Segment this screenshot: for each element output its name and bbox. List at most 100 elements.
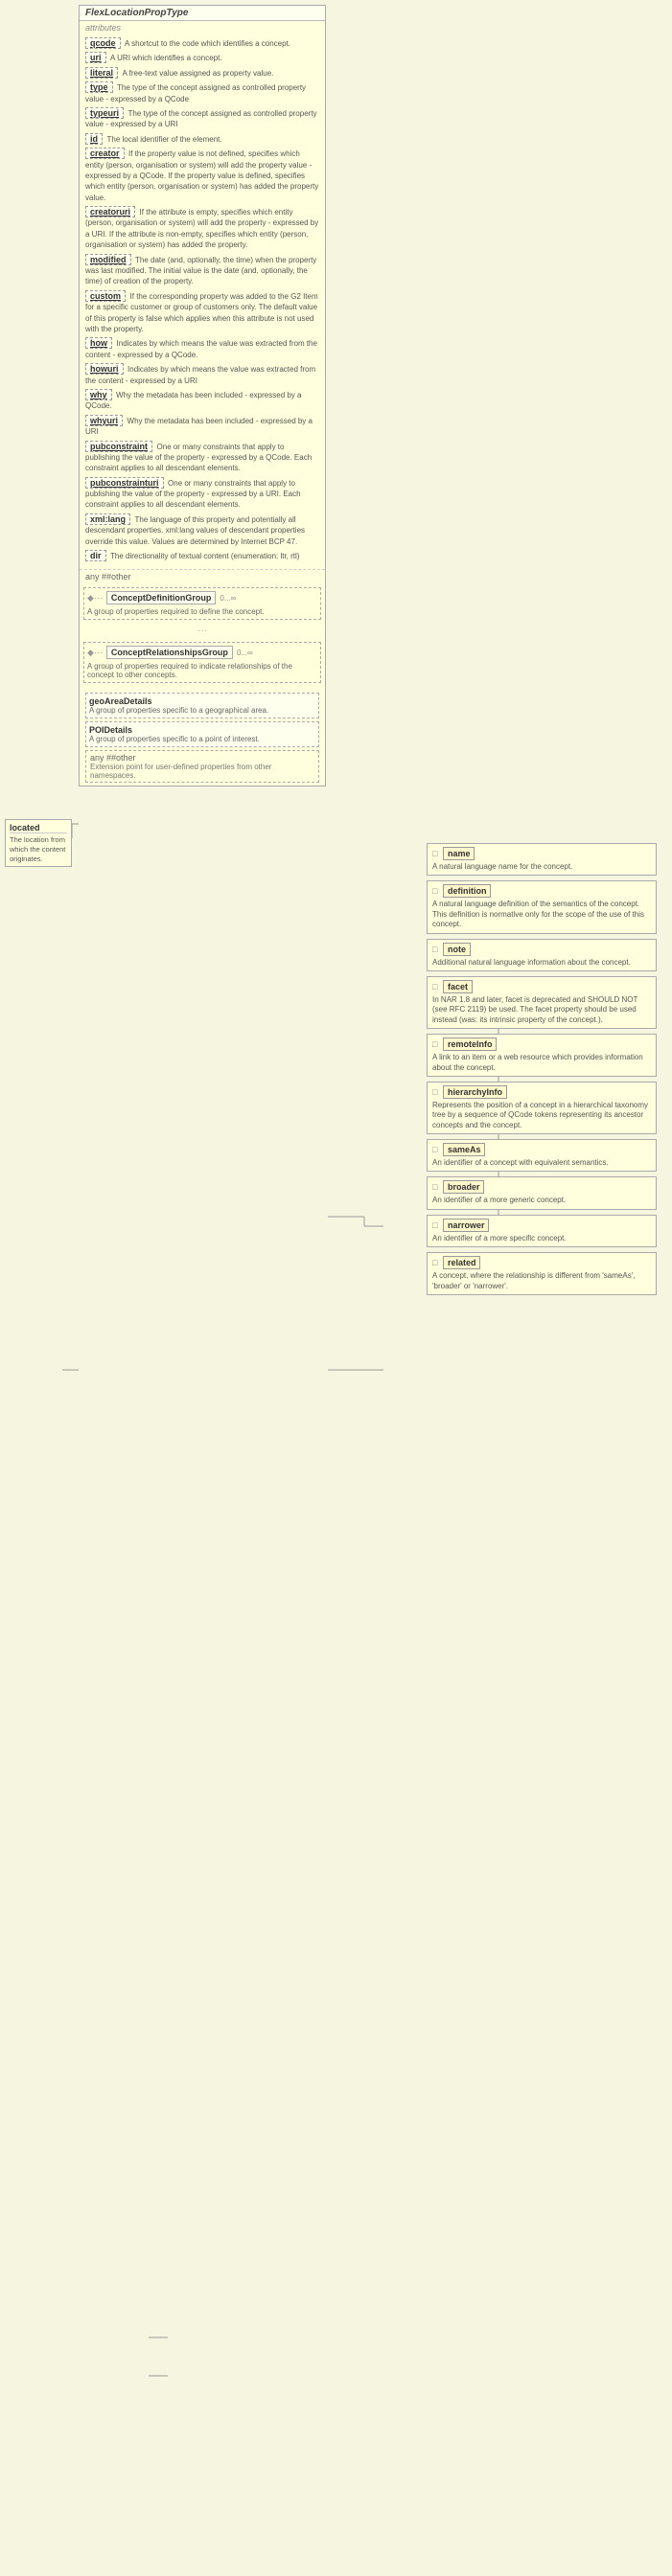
poi-details-box: POIDetails A group of properties specifi… xyxy=(85,721,319,747)
prop-broader-label: broader xyxy=(443,1180,485,1194)
prop-definition-label: definition xyxy=(443,884,492,898)
attr-name-dir: dir xyxy=(85,550,106,561)
main-type-container: FlexLocationPropType attributes qcode A … xyxy=(79,5,326,786)
attr-name-xmllang: xml:lang xyxy=(85,513,130,525)
attr-name-typeuri: typeuri xyxy=(85,107,124,119)
attr-desc-id: The local identifier of the element. xyxy=(105,135,222,144)
attr-pubconstraint: pubconstraint One or many constraints th… xyxy=(85,441,319,474)
attr-desc-type: The type of the concept assigned as cont… xyxy=(85,83,306,103)
prop-related-desc: A concept, where the relationship is dif… xyxy=(432,1271,651,1291)
prop-remoteinfo-label: remoteInfo xyxy=(443,1037,498,1051)
prop-broader-box: □ broader An identifier of a more generi… xyxy=(427,1176,657,1209)
attr-name-howuri: howuri xyxy=(85,363,124,375)
prop-related-box: □ related A concept, where the relations… xyxy=(427,1252,657,1295)
concept-def-group-desc: A group of properties required to define… xyxy=(87,607,317,616)
prop-definition-box: □ definition A natural language definiti… xyxy=(427,880,657,933)
concept-rel-group-desc: A group of properties required to indica… xyxy=(87,662,317,679)
attr-id: id The local identifier of the element. xyxy=(85,133,319,145)
geo-area-desc: A group of properties specific to a geog… xyxy=(89,706,315,715)
concept-rel-group-name: ConceptRelationshipsGroup xyxy=(106,646,233,659)
attr-desc-uri: A URI which identifies a concept. xyxy=(108,54,222,62)
prop-hierarchyinfo-label: hierarchyInfo xyxy=(443,1085,507,1099)
poi-desc: A group of properties specific to a poin… xyxy=(89,735,315,743)
attr-desc-qcode: A shortcut to the code which identifies … xyxy=(123,39,290,48)
schema-diagram: FlexLocationPropType attributes qcode A … xyxy=(0,0,672,2576)
attributes-list: qcode A shortcut to the code which ident… xyxy=(80,33,325,566)
prop-hierarchyinfo-desc: Represents the position of a concept in … xyxy=(432,1101,651,1130)
attr-howuri: howuri Indicates by which means the valu… xyxy=(85,363,319,386)
prop-sameas-label: sameAs xyxy=(443,1143,486,1156)
any-other-label: any ##other xyxy=(85,572,131,581)
prop-narrower-desc: An identifier of a more specific concept… xyxy=(432,1234,651,1243)
geo-poi-section: geoAreaDetails A group of properties spe… xyxy=(80,687,325,786)
attr-name-whyuri: whyuri xyxy=(85,415,123,426)
attr-how: how Indicates by which means the value w… xyxy=(85,337,319,360)
attr-name-why: why xyxy=(85,389,112,400)
any-other-element: any ##other xyxy=(80,569,325,583)
prop-narrower-label: narrower xyxy=(443,1219,490,1232)
attr-desc-dir: The directionality of textual content (e… xyxy=(108,552,299,560)
attr-name-creatoruri: creatoruri xyxy=(85,206,135,217)
attr-desc-literal: A free-text value assigned as property v… xyxy=(121,69,274,78)
prop-narrower-box: □ narrower An identifier of a more speci… xyxy=(427,1215,657,1247)
prop-facet-desc: In NAR 1.8 and later, facet is deprecate… xyxy=(432,995,651,1025)
attr-name-id: id xyxy=(85,133,103,145)
located-label: located xyxy=(10,823,67,833)
attr-desc-how: Indicates by which means the value was e… xyxy=(85,339,317,358)
attr-name-uri: uri xyxy=(85,52,106,63)
geo-area-name: geoAreaDetails xyxy=(89,696,315,706)
attr-desc-why: Why the metadata has been included - exp… xyxy=(85,391,301,410)
prop-hierarchyinfo-box: □ hierarchyInfo Represents the position … xyxy=(427,1082,657,1134)
right-properties-panel: □ name A natural language name for the c… xyxy=(427,843,657,1300)
prop-broader-desc: An identifier of a more generic concept. xyxy=(432,1196,651,1205)
attr-qcode: qcode A shortcut to the code which ident… xyxy=(85,37,319,49)
located-box: located The location from which the cont… xyxy=(5,819,72,867)
attr-name-pubconstrainturi: pubconstrainturi xyxy=(85,477,164,489)
prop-name-box: □ name A natural language name for the c… xyxy=(427,843,657,876)
attr-literal: literal A free-text value assigned as pr… xyxy=(85,67,319,79)
prop-note-box: □ note Additional natural language infor… xyxy=(427,939,657,971)
attr-name-type: type xyxy=(85,81,113,93)
prop-facet-label: facet xyxy=(443,980,473,993)
any-other-bottom-desc: Extension point for user-defined propert… xyxy=(90,763,314,780)
prop-definition-desc: A natural language definition of the sem… xyxy=(432,900,651,929)
concept-relationships-group-container: ◆··· ConceptRelationshipsGroup 0...∞ A g… xyxy=(83,642,321,683)
prop-related-label: related xyxy=(443,1256,481,1269)
attr-name-pubconstraint: pubconstraint xyxy=(85,441,152,452)
type-title: FlexLocationPropType xyxy=(80,6,325,21)
concept-rel-mult: 0...∞ xyxy=(237,649,253,657)
mid-connector: ··· xyxy=(80,624,325,638)
attr-modified: modified The date (and, optionally, the … xyxy=(85,254,319,287)
attr-uri: uri A URI which identifies a concept. xyxy=(85,52,319,63)
attr-xmllang: xml:lang The language of this property a… xyxy=(85,513,319,547)
attr-name-custom: custom xyxy=(85,290,126,302)
prop-name-label: name xyxy=(443,847,475,860)
attributes-section-label: attributes xyxy=(80,21,325,33)
prop-sameas-box: □ sameAs An identifier of a concept with… xyxy=(427,1139,657,1172)
attr-custom: custom If the corresponding property was… xyxy=(85,290,319,335)
attr-name-modified: modified xyxy=(85,254,131,265)
geo-area-details-box: geoAreaDetails A group of properties spe… xyxy=(85,693,319,718)
attr-creator: creator If the property value is not def… xyxy=(85,148,319,203)
attr-typeuri: typeuri The type of the concept assigned… xyxy=(85,107,319,130)
prop-note-label: note xyxy=(443,943,471,956)
located-desc: The location from which the content orig… xyxy=(10,835,67,863)
prop-remoteinfo-box: □ remoteInfo A link to an item or a web … xyxy=(427,1034,657,1077)
concept-def-mult: 0...∞ xyxy=(220,594,236,603)
prop-name-desc: A natural language name for the concept. xyxy=(432,862,651,872)
attr-name-creator: creator xyxy=(85,148,125,159)
attr-whyuri: whyuri Why the metadata has been include… xyxy=(85,415,319,438)
attr-creatoruri: creatoruri If the attribute is empty, sp… xyxy=(85,206,319,251)
attr-dir: dir The directionality of textual conten… xyxy=(85,550,319,561)
prop-sameas-desc: An identifier of a concept with equivale… xyxy=(432,1158,651,1168)
prop-note-desc: Additional natural language information … xyxy=(432,958,651,968)
attr-name-qcode: qcode xyxy=(85,37,121,49)
prop-facet-box: □ facet In NAR 1.8 and later, facet is d… xyxy=(427,976,657,1029)
concept-definition-group-container: ◆··· ConceptDefinitionGroup 0...∞ A grou… xyxy=(83,587,321,620)
attr-why: why Why the metadata has been included -… xyxy=(85,389,319,412)
prop-remoteinfo-desc: A link to an item or a web resource whic… xyxy=(432,1053,651,1073)
any-other-bottom: any ##other Extension point for user-def… xyxy=(85,750,319,783)
concept-def-group-name: ConceptDefinitionGroup xyxy=(106,591,217,604)
any-other-bottom-label: any ##other xyxy=(90,753,136,763)
poi-name: POIDetails xyxy=(89,725,315,735)
